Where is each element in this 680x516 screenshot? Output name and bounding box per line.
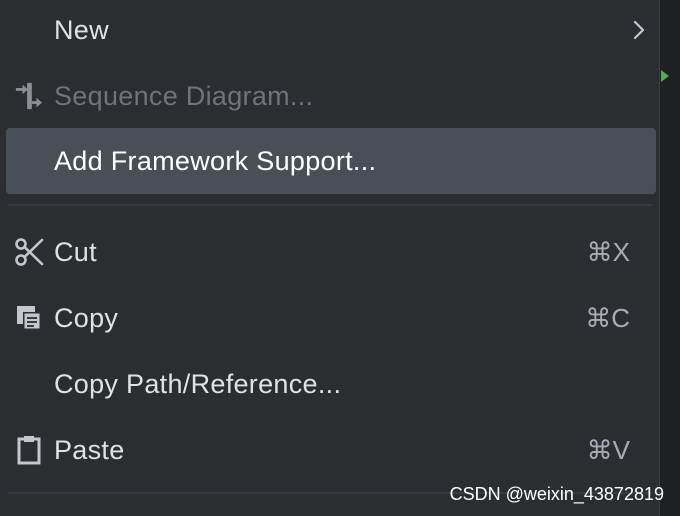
menu-item-copy[interactable]: Copy ⌘C xyxy=(6,285,656,351)
menu-item-label: Sequence Diagram... xyxy=(54,80,314,111)
menu-item-label: Copy xyxy=(54,302,119,333)
scissors-icon xyxy=(14,237,44,267)
menu-item-sequence-diagram[interactable]: Sequence Diagram... xyxy=(6,63,656,129)
shortcut-label: ⌘C xyxy=(585,302,630,333)
context-menu: New Sequence Diagram... Add Framework Su… xyxy=(0,0,660,516)
menu-item-label: Paste xyxy=(54,434,125,465)
clipboard-icon xyxy=(14,435,44,465)
menu-item-new[interactable]: New xyxy=(6,0,656,63)
menu-item-label: Add Framework Support... xyxy=(54,145,377,176)
watermark: CSDN @weixin_43872819 xyxy=(449,484,664,504)
run-gutter-icon[interactable] xyxy=(661,70,669,82)
menu-item-copy-path-reference[interactable]: Copy Path/Reference... xyxy=(6,351,656,417)
sequence-diagram-icon xyxy=(14,81,44,111)
menu-item-label: Cut xyxy=(54,236,97,267)
menu-item-label: Copy Path/Reference... xyxy=(54,368,342,399)
chevron-right-icon xyxy=(632,18,646,42)
shortcut-label: ⌘V xyxy=(586,434,630,465)
shortcut-label: ⌘X xyxy=(586,236,630,267)
menu-item-cut[interactable]: Cut ⌘X xyxy=(6,219,656,285)
menu-item-paste[interactable]: Paste ⌘V xyxy=(6,417,656,483)
menu-item-add-framework-support[interactable]: Add Framework Support... xyxy=(6,128,656,194)
copy-icon xyxy=(14,303,44,333)
menu-separator xyxy=(8,204,652,206)
menu-item-label: New xyxy=(54,14,109,45)
